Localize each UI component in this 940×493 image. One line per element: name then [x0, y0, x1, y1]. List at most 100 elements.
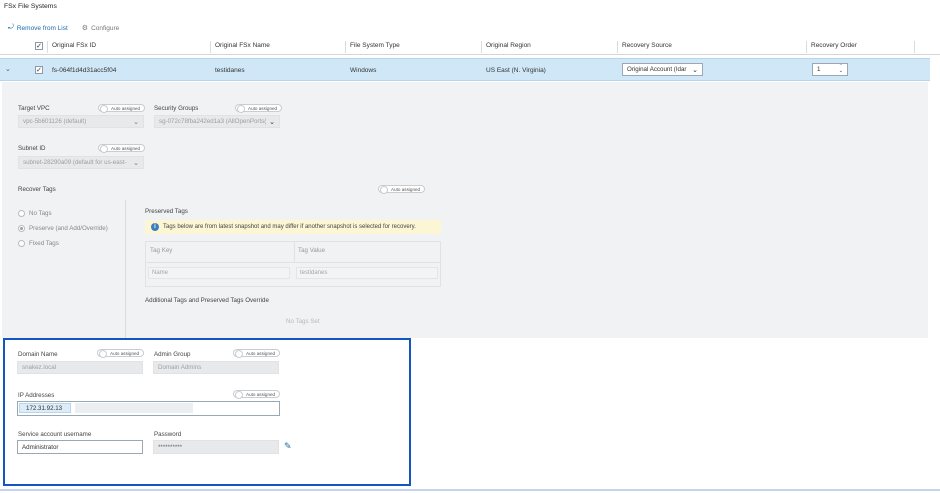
edit-pencil-icon[interactable]: ✎ — [284, 441, 292, 452]
divider — [0, 489, 940, 491]
cell-fs-type: Windows — [350, 67, 377, 74]
table-row[interactable]: ⌄ ✓ fs-064f1d4d31acc5f04 testidanes Wind… — [0, 58, 930, 81]
recovery-order-value: 1 — [817, 66, 821, 73]
divider — [125, 200, 126, 338]
configure-button[interactable]: ⚙ Configure — [81, 24, 120, 33]
auto-assigned-label: Auto assigned — [248, 105, 278, 111]
tag-key-header: Tag Key — [150, 247, 173, 254]
username-input[interactable]: Administrator — [17, 440, 143, 454]
radio-circle — [18, 240, 25, 247]
tag-value-cell: testidanes — [296, 267, 438, 279]
target-vpc-value: vpc-5b601126 (default) — [23, 118, 87, 125]
chevron-down-icon: ⌄ — [133, 160, 139, 167]
select-all-checkbox[interactable]: ✓ — [35, 42, 43, 50]
radio-no-tags[interactable]: No Tags — [18, 210, 52, 217]
remove-from-list-button[interactable]: ⤾ Remove from List — [8, 24, 68, 32]
domain-name-auto-toggle[interactable]: Auto assigned — [97, 349, 145, 358]
row-checkbox[interactable]: ✓ — [35, 66, 43, 74]
header-recovery-source[interactable]: Recovery Source — [622, 42, 672, 49]
recovery-order-stepper[interactable]: 1 ⌃ ⌄ — [812, 63, 848, 76]
info-text: Tags below are from latest snapshot and … — [163, 224, 416, 230]
remove-label: Remove from List — [16, 24, 68, 32]
page-title: FSx File Systems — [4, 3, 57, 10]
auto-assigned-label: Auto assigned — [111, 105, 141, 111]
radio-preserve[interactable]: Preserve (and Add/Override) — [18, 225, 108, 232]
radio-circle — [18, 210, 25, 217]
tag-value-header: Tag Value — [298, 247, 326, 254]
chevron-down-icon: ⌄ — [692, 67, 698, 74]
auto-assigned-label: Auto assigned — [110, 350, 140, 356]
admin-group-value: Domain Admins — [158, 364, 202, 371]
cell-region: US East (N. Virginia) — [486, 67, 546, 74]
admin-group-label: Admin Group — [154, 351, 191, 358]
chevron-down-icon: ⌄ — [133, 119, 139, 126]
username-value: Administrator — [22, 443, 59, 451]
radio-label: Fixed Tags — [29, 240, 59, 247]
column-divider — [481, 41, 482, 53]
divider — [294, 242, 295, 262]
info-banner: i Tags below are from latest snapshot an… — [145, 220, 441, 234]
column-divider — [806, 41, 807, 53]
target-vpc-auto-toggle[interactable]: Auto assigned — [98, 104, 146, 113]
chevron-down-icon: ⌄ — [269, 119, 275, 126]
table-header: ✓ Original FSx ID Original FSx Name File… — [0, 39, 940, 55]
ip-address-chip[interactable]: 172.31.92.13 — [19, 403, 71, 413]
column-divider — [47, 41, 48, 53]
column-divider — [210, 41, 211, 53]
header-recovery-order[interactable]: Recovery Order — [811, 42, 857, 49]
gear-icon: ⚙ — [81, 25, 89, 32]
auto-assigned-label: Auto assigned — [246, 391, 276, 397]
preserved-tags-label: Preserved Tags — [145, 208, 188, 215]
security-groups-auto-toggle[interactable]: Auto assigned — [235, 104, 283, 113]
recover-tags-label: Recover Tags — [18, 186, 56, 193]
admin-group-field: Domain Admins — [153, 361, 279, 374]
password-label: Password — [154, 431, 182, 438]
configure-label: Configure — [91, 24, 120, 32]
ip-addresses-label: IP Addresses — [18, 392, 55, 399]
recovery-source-select[interactable]: Original Account (Idar ⌄ — [622, 63, 703, 76]
divider — [146, 262, 440, 263]
auto-assigned-label: Auto assigned — [246, 350, 276, 356]
username-label: Service account username — [18, 431, 92, 438]
cell-fsx-id: fs-064f1d4d31acc5f04 — [52, 67, 117, 74]
admin-group-auto-toggle[interactable]: Auto assigned — [233, 349, 281, 358]
subnet-auto-toggle[interactable]: Auto assigned — [98, 144, 146, 153]
target-vpc-select: vpc-5b601126 (default) ⌄ — [18, 115, 144, 128]
radio-circle — [18, 225, 25, 232]
header-fs-type[interactable]: File System Type — [350, 42, 400, 49]
subnet-value: subnet-28290a09 (default for us-east- — [23, 159, 127, 166]
recover-tags-auto-toggle[interactable]: Auto assigned — [378, 185, 426, 194]
domain-name-field: snakez.local — [17, 361, 143, 374]
cell-fsx-name: testidanes — [215, 67, 245, 74]
toolbar: ⤾ Remove from List ⚙ Configure — [8, 24, 119, 32]
ip-addresses-auto-toggle[interactable]: Auto assigned — [233, 390, 281, 399]
auto-assigned-label: Auto assigned — [391, 186, 421, 192]
ip-address-entry[interactable] — [75, 403, 193, 413]
domain-name-label: Domain Name — [18, 351, 58, 358]
header-fsx-name[interactable]: Original FSx Name — [215, 42, 270, 49]
header-fsx-id[interactable]: Original FSx ID — [52, 42, 96, 49]
radio-fixed-tags[interactable]: Fixed Tags — [18, 240, 59, 247]
stepper-arrows-icon[interactable]: ⌃ ⌄ — [839, 64, 843, 74]
password-value: ********** — [158, 443, 183, 451]
password-field: ********** — [153, 440, 279, 454]
additional-tags-label: Additional Tags and Preserved Tags Overr… — [145, 297, 269, 304]
tag-key-cell: Name — [148, 267, 290, 279]
info-icon: i — [151, 223, 159, 231]
subnet-label: Subnet ID — [18, 145, 46, 152]
security-groups-label: Security Groups — [154, 105, 199, 112]
radio-label: Preserve (and Add/Override) — [29, 225, 108, 232]
details-panel: Target VPC Auto assigned vpc-5b601126 (d… — [2, 82, 928, 338]
security-groups-select[interactable]: sg-072c78fba242ed1a3 (AllOpenPorts( ⌄ — [154, 115, 280, 128]
no-tags-set-text: No Tags Set — [286, 318, 320, 325]
column-divider — [345, 41, 346, 53]
column-divider — [617, 41, 618, 53]
subnet-select: subnet-28290a09 (default for us-east- ⌄ — [18, 156, 144, 169]
recovery-source-value: Original Account (Idar — [627, 66, 687, 73]
chevron-down-icon[interactable]: ⌄ — [5, 65, 11, 73]
security-groups-value: sg-072c78fba242ed1a3 (AllOpenPorts( — [159, 118, 267, 125]
target-vpc-label: Target VPC — [18, 105, 50, 112]
preserved-tags-table: Tag Key Tag Value Name testidanes — [145, 241, 441, 287]
header-region[interactable]: Original Region — [486, 42, 531, 49]
domain-name-value: snakez.local — [22, 364, 57, 371]
